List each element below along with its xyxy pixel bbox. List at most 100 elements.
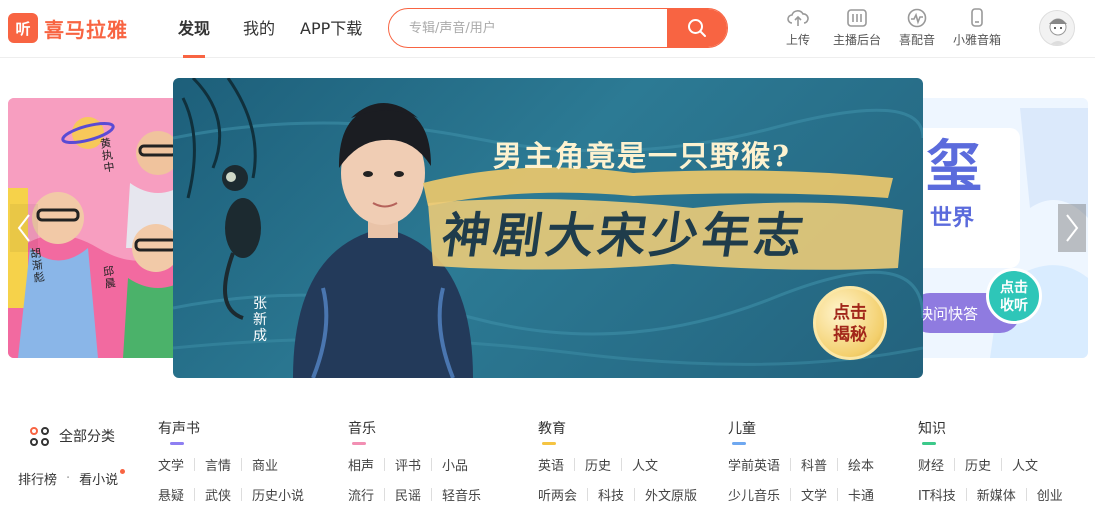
category-title[interactable]: 教育 [538, 418, 566, 445]
category-link[interactable]: 历史 [585, 455, 611, 474]
speaker-icon [971, 8, 983, 27]
banner-title: 神剧大宋少年志 [438, 208, 811, 264]
category-link[interactable]: 商业 [252, 455, 278, 474]
category-row: 相声 评书 小品 [348, 455, 528, 474]
nav-mine[interactable]: 我的 [243, 0, 275, 58]
category-link[interactable]: 武侠 [205, 485, 231, 504]
main-banner[interactable]: 张新成 男主角竟是一只野猴? 神剧大宋少年志 点击 揭秘 [173, 78, 923, 378]
link-separator: · [66, 471, 71, 486]
category-link[interactable]: 民谣 [395, 485, 421, 504]
category-accent-bar [922, 442, 936, 445]
carousel-next-button[interactable] [1058, 204, 1086, 252]
nav-app-download[interactable]: APP下载 [300, 0, 362, 58]
category-education: 教育 英语 历史 人文 听两会 科技 外文原版 [538, 418, 718, 504]
category-title[interactable]: 音乐 [348, 418, 376, 445]
category-shortcuts: 全部分类 排行榜 · 看小说 [18, 426, 138, 488]
category-link[interactable]: 流行 [348, 485, 374, 504]
next-cta-line-2: 收听 [1000, 298, 1028, 314]
category-title[interactable]: 知识 [918, 418, 946, 445]
novel-label: 看小说 [79, 473, 119, 488]
category-link[interactable]: 相声 [348, 455, 374, 474]
top-header: 听 喜马拉雅 发现 我的 APP下载 上传 [0, 0, 1095, 58]
quick-links: 排行榜 · 看小说 [18, 469, 138, 488]
mixer-icon [847, 9, 867, 27]
upload-tool[interactable]: 上传 [770, 8, 826, 52]
category-link[interactable]: 历史小说 [252, 485, 304, 504]
category-link[interactable]: 人文 [1012, 455, 1038, 474]
category-title-text: 儿童 [728, 421, 756, 437]
category-link[interactable]: 卡通 [848, 485, 874, 504]
logo-text: 喜马拉雅 [44, 17, 128, 42]
category-row: 悬疑 武侠 历史小说 [158, 485, 338, 504]
category-link[interactable]: 少儿音乐 [728, 485, 780, 504]
category-link[interactable]: 文学 [158, 455, 184, 474]
category-link[interactable]: 科技 [598, 485, 624, 504]
search-icon [688, 19, 706, 37]
upload-cloud-icon [787, 10, 809, 26]
banner-headline: 男主角竟是一只野猴? [493, 139, 791, 173]
category-link[interactable]: 听两会 [538, 485, 577, 504]
logo-mark: 听 [8, 13, 38, 43]
category-link[interactable]: 评书 [395, 455, 421, 474]
category-title-text: 有声书 [158, 421, 200, 437]
category-link[interactable]: 历史 [965, 455, 991, 474]
host-backend-tool[interactable]: 主播后台 [829, 8, 885, 52]
category-link[interactable]: 人文 [632, 455, 658, 474]
category-link[interactable]: 小品 [442, 455, 468, 474]
upload-label: 上传 [785, 33, 810, 47]
category-row: 文学 言情 商业 [158, 455, 338, 474]
new-badge-dot [120, 469, 126, 474]
category-title-text: 教育 [538, 421, 566, 437]
carousel-prev-button[interactable] [10, 204, 38, 252]
category-knowledge: 知识 财经 历史 人文 IT科技 新媒体 创业 [918, 418, 1095, 504]
category-link[interactable]: 悬疑 [158, 485, 184, 504]
category-row: 财经 历史 人文 [918, 455, 1095, 474]
category-link[interactable]: 言情 [205, 455, 231, 474]
next-banner-cta[interactable]: 点击 收听 [986, 268, 1042, 324]
category-row: 流行 民谣 轻音乐 [348, 485, 528, 504]
category-link[interactable]: 外文原版 [645, 485, 697, 504]
nav-discover-label: 发现 [178, 19, 211, 38]
waveform-icon [907, 8, 927, 28]
category-link[interactable]: 绘本 [848, 455, 874, 474]
category-row: 听两会 科技 外文原版 [538, 485, 718, 504]
search-input[interactable] [389, 9, 667, 47]
speaker-tool[interactable]: 小雅音箱 [949, 8, 1005, 52]
category-link[interactable]: 新媒体 [977, 485, 1016, 504]
category-link[interactable]: 财经 [918, 455, 944, 474]
next-banner-small: 世界 [930, 206, 975, 231]
dubbing-tool[interactable]: 喜配音 [889, 8, 945, 52]
category-title[interactable]: 有声书 [158, 418, 200, 445]
grid-dots-icon [30, 426, 49, 446]
chevron-right-icon [1066, 214, 1079, 242]
category-title[interactable]: 儿童 [728, 418, 756, 445]
category-music: 音乐 相声 评书 小品 流行 民谣 轻音乐 [348, 418, 528, 504]
next-banner-bottom: 快问快答 [918, 305, 979, 323]
all-categories-link[interactable]: 全部分类 [30, 426, 138, 446]
site-logo[interactable]: 听 喜马拉雅 [8, 12, 128, 44]
actor-name: 张新成 [253, 296, 267, 344]
avatar-face-icon [1040, 11, 1074, 45]
novel-link[interactable]: 看小说 [79, 469, 126, 488]
user-avatar[interactable] [1039, 10, 1075, 46]
all-categories-label: 全部分类 [59, 429, 115, 445]
ranking-link[interactable]: 排行榜 [18, 469, 57, 488]
banner-cta-button[interactable]: 点击 揭秘 [813, 286, 887, 360]
category-link[interactable]: 轻音乐 [442, 485, 481, 504]
category-children: 儿童 学前英语 科普 绘本 少儿音乐 文学 卡通 [728, 418, 908, 504]
category-link[interactable]: 英语 [538, 455, 564, 474]
category-link[interactable]: IT科技 [918, 485, 956, 504]
category-audiobook: 有声书 文学 言情 商业 悬疑 武侠 历史小说 [158, 418, 338, 504]
category-title-text: 音乐 [348, 421, 376, 437]
category-accent-bar [732, 442, 746, 445]
category-link[interactable]: 创业 [1037, 485, 1063, 504]
search-button[interactable] [667, 9, 727, 47]
category-link[interactable]: 学前英语 [728, 455, 780, 474]
category-accent-bar [170, 442, 184, 445]
nav-discover[interactable]: 发现 [178, 0, 210, 58]
dubbing-label: 喜配音 [898, 33, 935, 47]
category-link[interactable]: 文学 [801, 485, 827, 504]
category-link[interactable]: 科普 [801, 455, 827, 474]
next-cta-line-1: 点击 [1000, 280, 1028, 296]
category-row: 少儿音乐 文学 卡通 [728, 485, 908, 504]
